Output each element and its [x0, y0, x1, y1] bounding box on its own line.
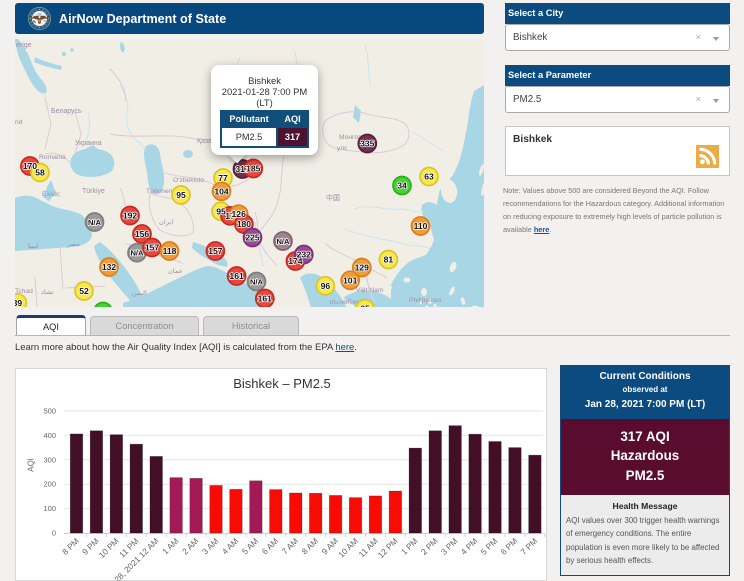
svg-text:6 AM: 6 AM [260, 536, 281, 557]
svg-text:77: 77 [218, 173, 228, 183]
svg-text:nd: nd [15, 119, 23, 126]
svg-text:N/A: N/A [250, 278, 264, 287]
svg-text:11 AM: 11 AM [356, 536, 379, 559]
svg-text:110: 110 [414, 221, 428, 231]
svg-text:225: 225 [245, 233, 260, 243]
svg-text:104: 104 [214, 186, 229, 196]
svg-text:0: 0 [52, 529, 56, 538]
svg-text:ประเทศไทย: ประเทศไทย [329, 298, 360, 306]
svg-text:118: 118 [163, 246, 177, 256]
svg-text:8 AM: 8 AM [300, 536, 321, 557]
svg-text:300: 300 [43, 455, 56, 464]
svg-text:180: 180 [237, 219, 252, 229]
svg-text:8 PM: 8 PM [60, 536, 81, 557]
svg-text:500: 500 [43, 407, 56, 416]
svg-text:157: 157 [208, 246, 223, 256]
svg-text:7 AM: 7 AM [280, 536, 301, 557]
svg-text:3 AM: 3 AM [200, 536, 221, 557]
svg-text:10 AM: 10 AM [336, 536, 360, 560]
svg-text:عمان: عمان [168, 267, 183, 275]
svg-text:Philippines: Philippines [409, 297, 442, 304]
svg-text:تشاد: تشاد [41, 288, 54, 296]
svg-text:156: 156 [135, 229, 150, 239]
svg-text:اليمن: اليمن [132, 289, 147, 297]
svg-text:65: 65 [360, 304, 370, 308]
svg-text:101: 101 [343, 275, 358, 285]
svg-text:39: 39 [15, 298, 22, 307]
svg-text:улс: улс [337, 145, 348, 152]
svg-text:N/A: N/A [130, 249, 144, 258]
svg-text:100: 100 [43, 504, 56, 513]
svg-text:1 AM: 1 AM [160, 536, 181, 557]
svg-text:95: 95 [176, 190, 186, 200]
svg-text:مصر: مصر [66, 241, 80, 248]
svg-text:5 AM: 5 AM [240, 536, 261, 557]
svg-text:Việt Nam: Việt Nam [356, 287, 384, 294]
svg-text:63: 63 [424, 172, 434, 182]
svg-text:Türkiye: Türkiye [82, 188, 105, 195]
svg-text:96: 96 [321, 281, 331, 291]
svg-text:335: 335 [360, 139, 375, 149]
svg-text:157: 157 [145, 243, 160, 253]
svg-text:52: 52 [79, 286, 89, 296]
svg-text:132: 132 [102, 262, 117, 272]
svg-text:ايران: ايران [159, 218, 173, 226]
svg-text:200: 200 [43, 480, 56, 489]
svg-text:232: 232 [297, 250, 312, 260]
svg-text:2 AM: 2 AM [180, 536, 201, 557]
svg-text:3 PM: 3 PM [439, 536, 460, 557]
svg-text:129: 129 [355, 263, 370, 273]
svg-text:中国: 中国 [326, 193, 340, 202]
svg-text:ليبيا: ليبيا [28, 242, 38, 250]
svg-text:2 PM: 2 PM [419, 536, 440, 557]
svg-text:6 PM: 6 PM [498, 536, 519, 557]
svg-text:Беларусь: Беларусь [51, 108, 82, 115]
svg-text:126: 126 [232, 209, 247, 219]
svg-text:56: 56 [98, 307, 108, 308]
svg-text:Ελλάς: Ελλάς [42, 190, 61, 198]
svg-text:N/A: N/A [276, 237, 290, 246]
svg-text:12 PM: 12 PM [376, 536, 400, 560]
svg-text:Romania: Romania [39, 154, 66, 161]
svg-text:5 PM: 5 PM [479, 536, 500, 557]
svg-text:34: 34 [397, 181, 407, 191]
svg-text:N/A: N/A [88, 218, 102, 227]
svg-text:161: 161 [229, 271, 244, 281]
svg-text:7 PM: 7 PM [518, 536, 539, 557]
svg-text:161: 161 [258, 294, 273, 304]
svg-text:1 PM: 1 PM [399, 536, 420, 557]
svg-text:185: 185 [246, 164, 261, 174]
svg-text:81: 81 [384, 255, 394, 265]
svg-text:400: 400 [43, 431, 56, 440]
svg-text:192: 192 [123, 211, 138, 221]
svg-text:erige: erige [16, 42, 32, 49]
svg-text:4 PM: 4 PM [459, 536, 480, 557]
svg-text:AQI: AQI [27, 458, 36, 472]
svg-text:10 PM: 10 PM [97, 536, 121, 560]
svg-text:O'zbekisto: O'zbekisto [173, 177, 204, 184]
svg-text:4 AM: 4 AM [220, 536, 241, 557]
svg-text:Украина: Украина [75, 140, 102, 147]
svg-text:58: 58 [35, 168, 45, 178]
